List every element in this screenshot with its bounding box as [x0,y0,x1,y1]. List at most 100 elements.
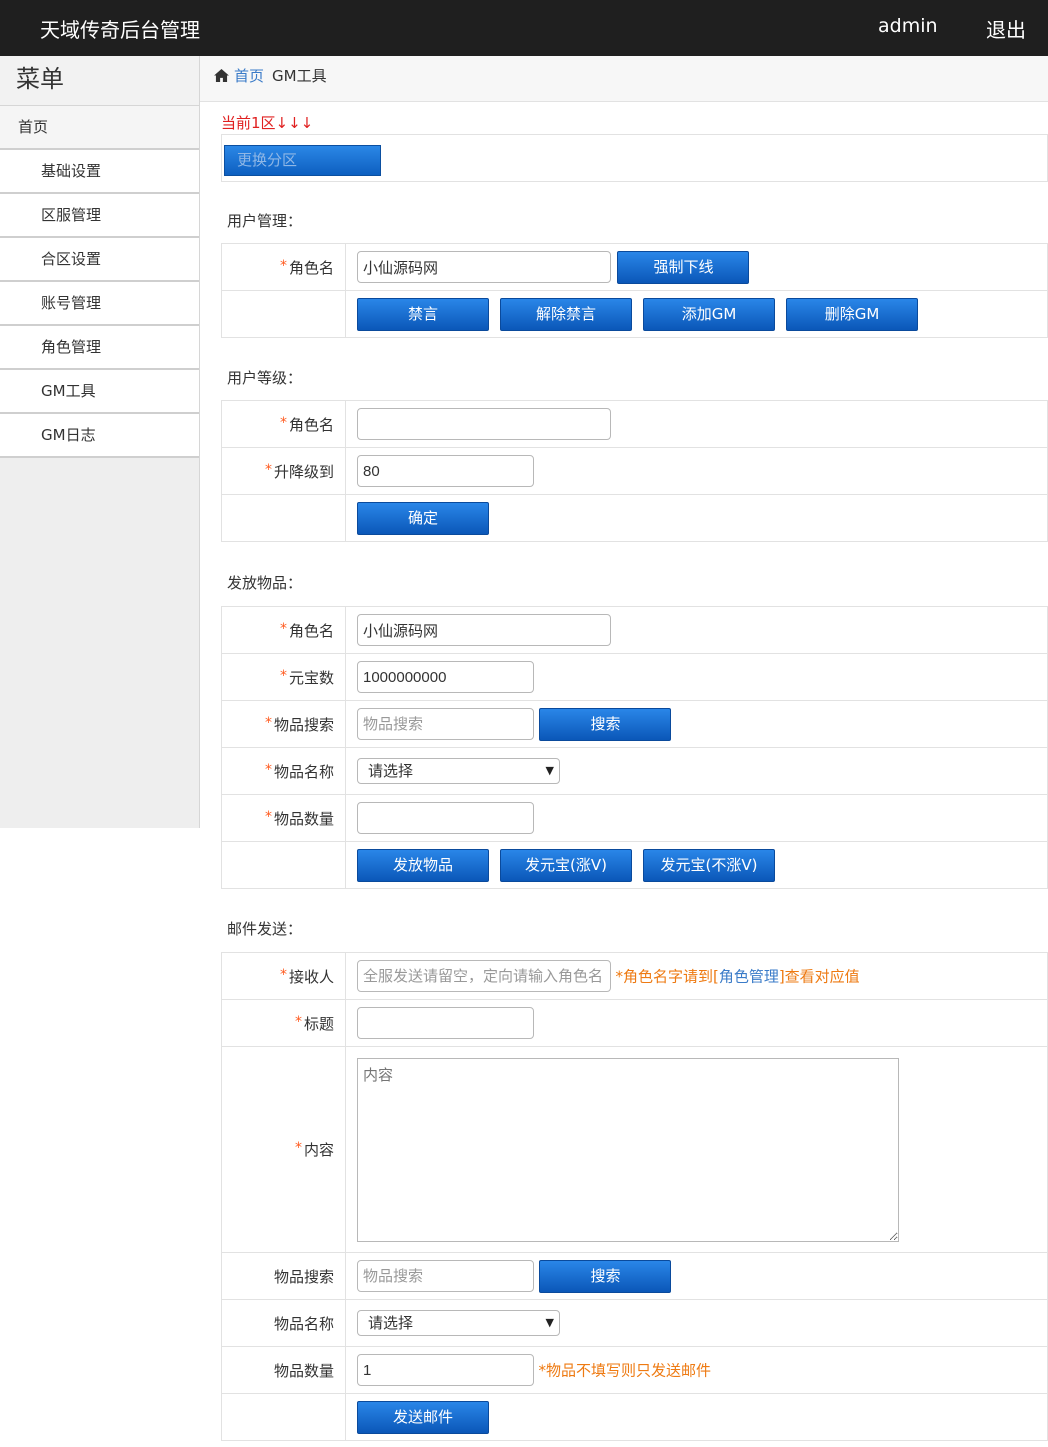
sidebar-item-role-manage[interactable]: 角色管理 [0,326,199,370]
field-cell: 发送邮件 [345,1393,1048,1441]
section-title-give-item: 发放物品： [227,574,303,592]
mail-item-qty-label: 物品数量 [273,1361,334,1380]
confirm-level-button[interactable]: 确定 [357,501,489,535]
form-row: 发送邮件 [221,1393,1048,1441]
item-search-button[interactable]: 搜索 [539,707,672,741]
field-cell [345,794,1048,842]
field-label [221,841,346,889]
field-cell: 搜索 [345,1252,1048,1300]
give-item-button[interactable]: 发放物品 [357,848,489,882]
top-bar: 天域传奇后台管理 admin 退出 [0,0,1048,56]
content-label: 内容 [303,1141,334,1159]
give-yuanbao-no-v-button[interactable]: 发元宝(不涨V) [643,848,775,882]
sidebar-item-gm-tools[interactable]: GM工具 [0,370,199,414]
unmute-button[interactable]: 解除禁言 [500,297,632,331]
sidebar-item-home[interactable]: 首页 [0,106,199,150]
field-label [221,290,346,338]
give-yuanbao-v-button[interactable]: 发元宝(涨V) [500,848,632,882]
mail-item-search-button[interactable]: 搜索 [539,1259,672,1293]
required-mark: * [264,714,272,731]
required-mark: * [279,414,287,431]
required-mark: * [279,667,287,684]
sidebar-item-merge-settings[interactable]: 合区设置 [0,238,199,282]
item-search-input[interactable] [357,708,534,740]
required-mark: * [264,461,272,478]
current-user[interactable]: admin [878,15,938,37]
yuanbao-input[interactable] [357,661,534,693]
item-name-select[interactable]: 请选择 ▼ [357,758,560,784]
content-textarea[interactable] [357,1057,899,1242]
field-cell [345,1046,1048,1253]
logout-link[interactable]: 退出 [986,14,1026,43]
sidebar-title: 菜单 [0,56,199,106]
role-manage-link[interactable]: 角色管理 [719,968,779,986]
field-cell: *物品不填写则只发送邮件 [345,1346,1048,1394]
sidebar-item-account-manage[interactable]: 账号管理 [0,282,199,326]
receiver-hint-pre: *角色名字请到[ [615,967,719,986]
field-cell: 禁言 解除禁言 添加GM 删除GM [345,290,1048,338]
change-zone-button[interactable]: 更换分区 [224,145,381,176]
required-mark: * [264,808,272,825]
field-label: 物品名称 [221,1299,346,1347]
level-input[interactable] [357,455,534,487]
required-mark: * [279,966,287,983]
required-mark: * [264,761,272,778]
delete-gm-button[interactable]: 删除GM [786,297,918,331]
form-row: 物品数量 *物品不填写则只发送邮件 [221,1346,1048,1394]
item-qty-label: 物品数量 [273,809,334,828]
field-cell: 强制下线 [345,243,1048,291]
mail-form: *接收人 *角色名字请到[角色管理]查看对应值 *标题 *内容 物品搜索 搜索 [221,952,1048,1441]
role-name-input[interactable] [357,251,611,283]
mail-item-search-input[interactable] [357,1260,534,1292]
form-row: * 升降级到 [221,447,1048,495]
item-qty-input[interactable] [357,802,534,834]
form-row: 禁言 解除禁言 添加GM 删除GM [221,290,1048,338]
sidebar-item-gm-log[interactable]: GM日志 [0,414,199,458]
field-label: * 物品搜索 [221,700,346,748]
level-label: 升降级到 [273,462,334,481]
form-row: 物品搜索 搜索 [221,1252,1048,1300]
item-role-name-input[interactable] [357,614,611,646]
form-row: *接收人 *角色名字请到[角色管理]查看对应值 [221,952,1048,1000]
receiver-input[interactable] [357,960,611,992]
form-row: *物品搜索 搜索 [221,700,1048,748]
form-row: * 标题 [221,999,1048,1047]
breadcrumb: 首页 GM工具 [200,56,1048,102]
give-item-form: *角色名 *元宝数 *物品搜索 搜索 *物品名称 请选择▼ *物品数量 [221,606,1048,889]
field-cell [345,653,1048,701]
required-mark: * [279,257,287,274]
subject-input[interactable] [357,1007,534,1039]
mail-item-name-select-value: 请选择 [368,1314,414,1332]
form-row: * 内容 [221,1046,1048,1253]
sidebar-item-basic-settings[interactable]: 基础设置 [0,150,199,194]
mute-button[interactable]: 禁言 [357,297,489,331]
sidebar-item-server-manage[interactable]: 区服管理 [0,194,199,238]
field-cell: *角色名字请到[角色管理]查看对应值 [345,952,1048,1000]
form-row: * 角色名 [221,400,1048,448]
mail-item-name-select[interactable]: 请选择 ▼ [357,1310,560,1336]
add-gm-button[interactable]: 添加GM [643,297,775,331]
field-cell [345,999,1048,1047]
force-offline-button[interactable]: 强制下线 [617,250,750,284]
form-row: 物品名称 请选择 ▼ [221,1299,1048,1347]
level-role-name-input[interactable] [357,408,611,440]
form-row: * 物品数量 [221,794,1048,842]
mail-item-qty-input[interactable] [357,1354,534,1386]
field-label: * 标题 [221,999,346,1047]
field-cell [345,400,1048,448]
field-label: * 角色名 [221,243,346,291]
field-label: * 角色名 [221,400,346,448]
form-row: * 物品名称 请选择 ▼ [221,747,1048,795]
required-mark: * [294,1140,302,1156]
breadcrumb-home-link[interactable]: 首页 [234,67,264,85]
role-name-label: 角色名 [288,621,334,640]
field-label: 物品数量 [221,1346,346,1394]
user-level-form: *角色名 *升降级到 确定 [221,400,1048,542]
field-cell: 请选择 ▼ [345,1299,1048,1347]
send-mail-button[interactable]: 发送邮件 [357,1400,489,1434]
home-icon [214,69,229,82]
field-label: * 角色名 [221,606,346,654]
form-row: 确定 [221,494,1048,542]
breadcrumb-current: GM工具 [272,67,327,85]
section-title-mail: 邮件发送： [227,920,303,938]
